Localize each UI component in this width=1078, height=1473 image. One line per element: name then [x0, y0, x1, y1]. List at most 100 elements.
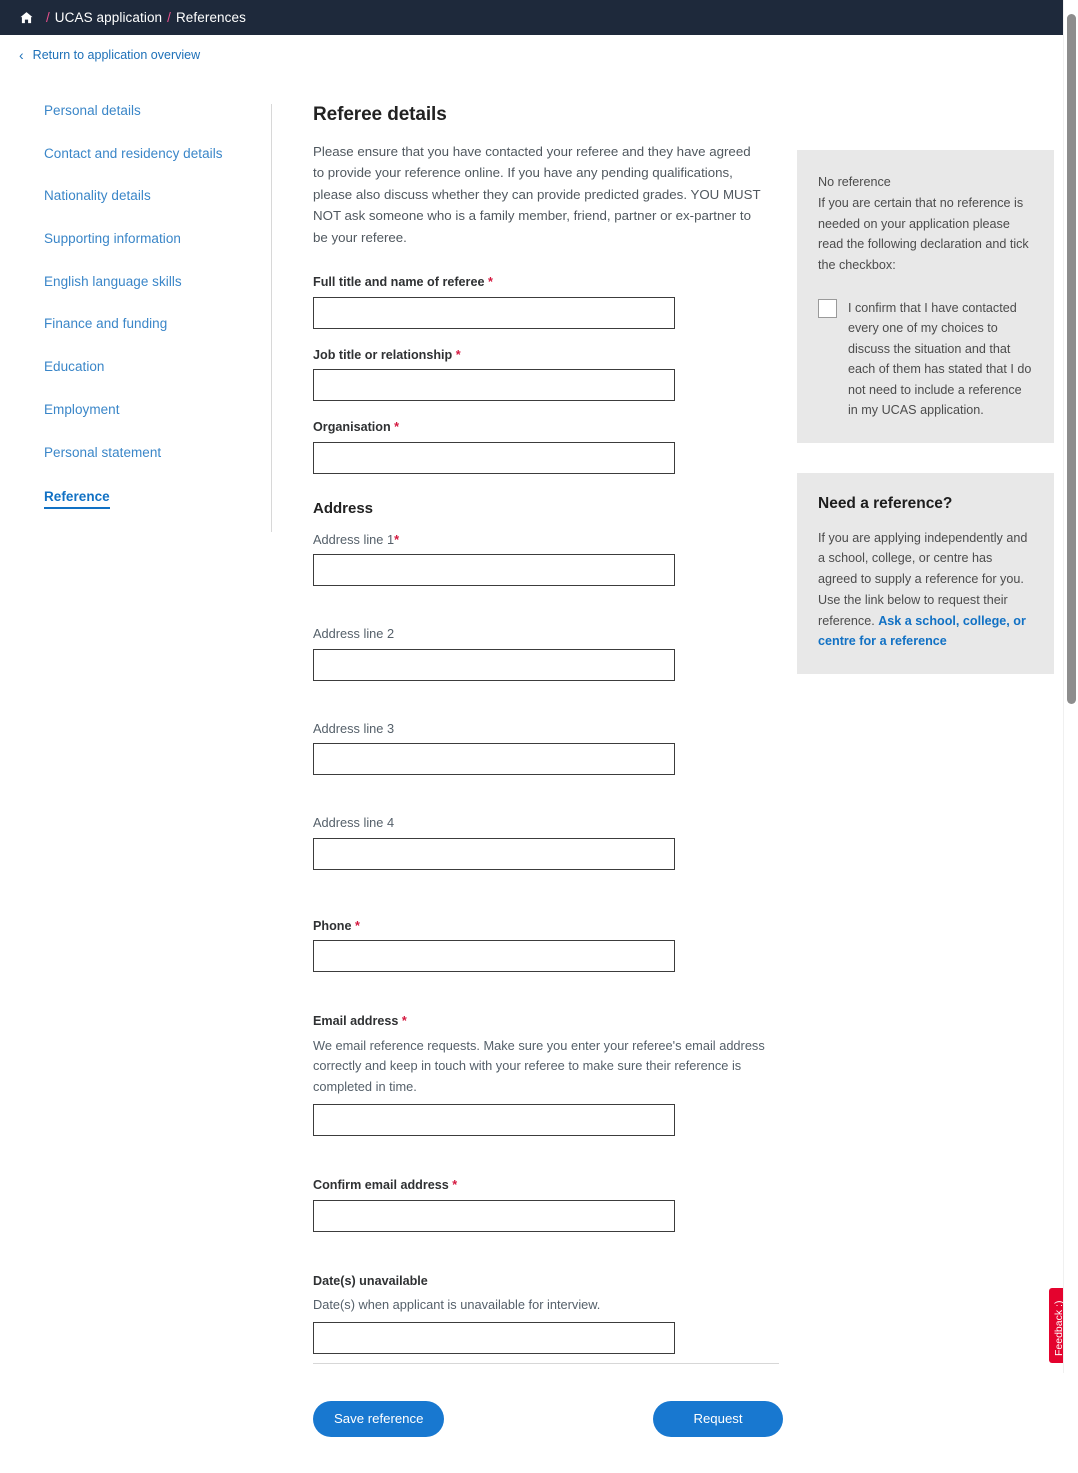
required-indicator: * [394, 531, 400, 547]
page-title: Referee details [313, 104, 447, 125]
breadcrumb: / UCAS application / References [19, 10, 246, 25]
required-indicator: * [487, 275, 493, 290]
phone-input[interactable] [313, 940, 675, 973]
sidebar-item-employment[interactable]: Employment [44, 403, 271, 417]
field-organisation: Organisation * [313, 419, 783, 474]
field-full-title-and-name-of-referee: Full title and name of referee * [313, 274, 783, 329]
application-section-nav: Personal details Contact and residency d… [0, 104, 272, 532]
label-full-title-and-name-of-referee: Full title and name of referee * [313, 274, 783, 290]
save-reference-button[interactable]: Save reference [313, 1401, 445, 1438]
label-dates-unavailable: Date(s) unavailable [313, 1273, 783, 1289]
required-indicator: * [394, 420, 400, 435]
address-section-heading: Address [313, 499, 374, 517]
sidebar-item-finance-and-funding[interactable]: Finance and funding [44, 317, 271, 331]
label-address-line-2: Address line 2 [313, 626, 783, 643]
sidebar-item-education[interactable]: Education [44, 360, 271, 374]
home-icon[interactable] [19, 10, 34, 25]
label-phone: Phone * [313, 918, 783, 934]
label-text: Address line 4 [313, 815, 395, 831]
dates-unavailable-hint: Date(s) when applicant is unavailable fo… [313, 1296, 601, 1312]
label-text: Full title and name of referee [313, 275, 485, 290]
form-actions: Save reference Request reference [313, 1401, 783, 1462]
page-scrollbar-thumb[interactable] [1067, 14, 1076, 704]
sidebar-item-personal-details[interactable]: Personal details [44, 104, 271, 118]
no-reference-panel-body: If you are certain that no reference is … [818, 195, 1029, 273]
field-address-line-2: Address line 2 [313, 626, 783, 681]
referee-details-form: Referee details Please ensure that you h… [313, 104, 783, 1462]
sidebar-item-personal-statement[interactable]: Personal statement [44, 445, 271, 460]
no-reference-confirm-label: I confirm that I have contacted every on… [848, 300, 1032, 418]
label-text: Phone [313, 919, 352, 934]
need-a-reference-panel-body: If you are applying independently and a … [818, 528, 1032, 653]
confirm-email-address-input[interactable] [313, 1199, 675, 1232]
label-email-address: Email address * [313, 1013, 783, 1029]
field-address-line-1: Address line 1* [313, 532, 783, 587]
no-reference-confirm-row: I confirm that I have contacted every on… [818, 298, 1032, 421]
breadcrumb-separator-2: / [167, 9, 171, 25]
label-confirm-email-address: Confirm email address * [313, 1177, 783, 1193]
label-job-title-or-relationship: Job title or relationship * [313, 347, 783, 363]
breadcrumb-item-ucas-application[interactable]: UCAS application [55, 11, 162, 25]
field-email-address: Email address * We email reference reque… [313, 1013, 783, 1137]
side-panels: No reference If you are certain that no … [797, 150, 1054, 675]
address-line-4-input[interactable] [313, 838, 675, 871]
label-text: Date(s) unavailable [313, 1273, 428, 1288]
address-line-2-input[interactable] [313, 648, 675, 681]
label-address-line-1: Address line 1* [313, 532, 783, 549]
return-link-label: Return to application overview [32, 47, 201, 62]
job-title-or-relationship-input[interactable] [313, 369, 675, 402]
dates-unavailable-input[interactable] [313, 1322, 675, 1355]
organisation-input[interactable] [313, 441, 675, 474]
bottom-divider [313, 1363, 779, 1364]
breadcrumb-separator-1: / [46, 9, 50, 25]
address-line-1-input[interactable] [313, 554, 675, 587]
label-text: Job title or relationship [313, 347, 453, 362]
sidebar-item-nationality-details[interactable]: Nationality details [44, 189, 271, 203]
label-text: Organisation [313, 420, 391, 435]
label-text: Address line 3 [313, 720, 395, 736]
page-scrollbar-track[interactable] [1063, 0, 1078, 1373]
label-address-line-3: Address line 3 [313, 721, 783, 738]
label-address-line-4: Address line 4 [313, 815, 783, 832]
need-a-reference-panel-title: Need a reference? [818, 494, 953, 512]
request-reference-button[interactable]: Request reference [653, 1401, 783, 1462]
need-a-reference-panel: Need a reference? If you are applying in… [797, 472, 1054, 675]
sidebar-item-english-language-skills[interactable]: English language skills [44, 275, 271, 289]
breadcrumb-item-references[interactable]: References [176, 11, 246, 25]
no-reference-confirm-checkbox[interactable] [818, 298, 837, 318]
return-to-application-overview-link[interactable]: ‹ Return to application overview [19, 48, 200, 62]
label-text: Confirm email address [313, 1178, 449, 1193]
no-reference-panel-title: No reference [818, 175, 891, 189]
required-indicator: * [354, 919, 360, 934]
sidebar-item-contact-and-residency-details[interactable]: Contact and residency details [44, 147, 271, 161]
sidebar-item-reference[interactable]: Reference [44, 490, 110, 509]
breadcrumb-bar: / UCAS application / References [0, 0, 1063, 35]
field-dates-unavailable: Date(s) unavailable Date(s) when applica… [313, 1273, 783, 1355]
email-address-input[interactable] [313, 1104, 675, 1137]
field-confirm-email-address: Confirm email address * [313, 1177, 783, 1232]
field-job-title-or-relationship: Job title or relationship * [313, 347, 783, 402]
no-reference-panel: No reference If you are certain that no … [797, 150, 1054, 443]
label-text: Address line 1 [313, 531, 395, 547]
field-address-line-3: Address line 3 [313, 721, 783, 776]
email-address-hint: We email reference requests. Make sure y… [313, 1037, 765, 1094]
sidebar-item-supporting-information[interactable]: Supporting information [44, 232, 271, 246]
label-text: Email address [313, 1014, 399, 1029]
required-indicator: * [401, 1014, 407, 1029]
label-text: Address line 2 [313, 626, 395, 642]
chevron-left-icon: ‹ [19, 47, 24, 63]
required-indicator: * [452, 1178, 458, 1193]
address-line-3-input[interactable] [313, 743, 675, 776]
required-indicator: * [455, 347, 461, 362]
field-address-line-4: Address line 4 [313, 815, 783, 871]
full-title-and-name-of-referee-input[interactable] [313, 296, 675, 329]
label-organisation: Organisation * [313, 419, 783, 435]
intro-paragraph: Please ensure that you have contacted yo… [313, 143, 761, 245]
